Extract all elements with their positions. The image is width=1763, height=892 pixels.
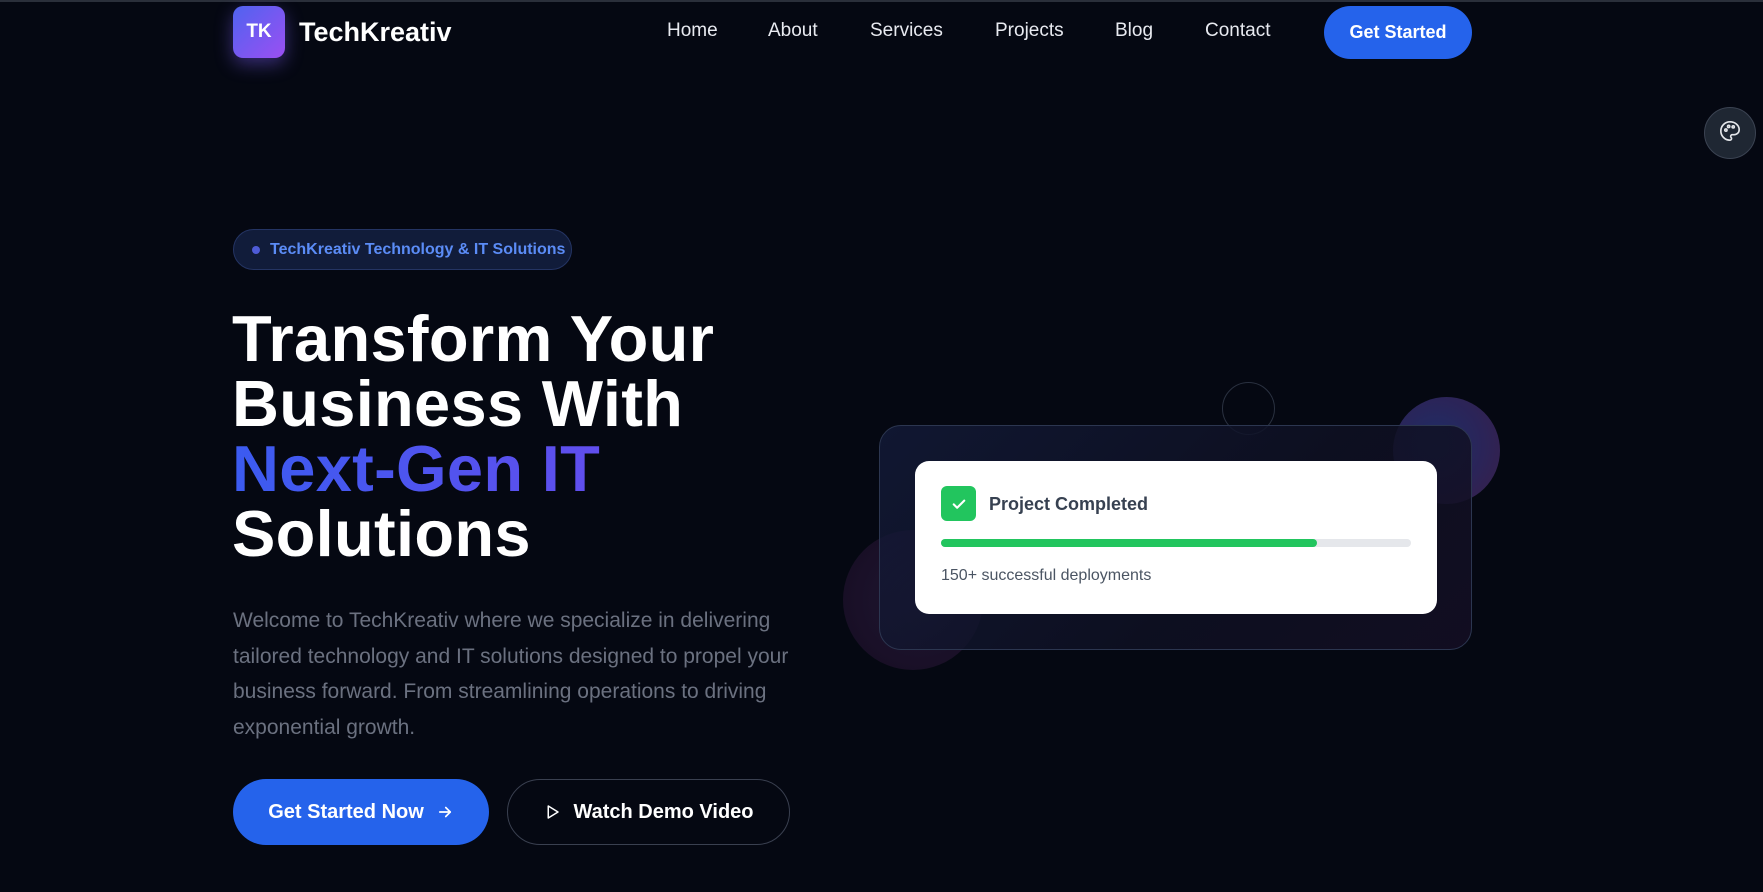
arrow-right-icon [436, 803, 454, 821]
watch-demo-button[interactable]: Watch Demo Video [507, 779, 790, 845]
get-started-now-label: Get Started Now [268, 800, 424, 823]
get-started-now-button[interactable]: Get Started Now [233, 779, 489, 845]
hero-title-highlight: Next-Gen IT [232, 436, 852, 501]
nav-services[interactable]: Services [870, 20, 943, 42]
logo-mark: TK [233, 6, 285, 58]
nav-home[interactable]: Home [667, 20, 718, 42]
progress-bar [941, 539, 1411, 547]
nav-about[interactable]: About [768, 20, 818, 42]
theme-toggle-button[interactable] [1704, 107, 1756, 159]
check-icon [941, 486, 976, 521]
hero-badge-label: TechKreativ Technology & IT Solutions [270, 240, 566, 258]
page: TK TechKreativ Home About Services Proje… [0, 0, 1763, 892]
get-started-button[interactable]: Get Started [1324, 6, 1472, 59]
palette-icon [1719, 120, 1741, 147]
hero-title-line-2: Business With [232, 367, 684, 440]
progress-fill [941, 539, 1317, 547]
project-status-card: Project Completed 150+ successful deploy… [915, 461, 1437, 614]
hero-title-line-1: Transform Your [232, 302, 715, 375]
nav-contact[interactable]: Contact [1205, 20, 1270, 42]
watch-demo-label: Watch Demo Video [573, 800, 754, 823]
status-title: Project Completed [989, 494, 1149, 514]
nav-blog[interactable]: Blog [1115, 20, 1153, 42]
logo[interactable]: TK TechKreativ [233, 6, 452, 58]
status-subtitle: 150+ successful deployments [941, 567, 1152, 584]
hero-title-line-4: Solutions [232, 497, 531, 570]
hero-description: Welcome to TechKreativ where we speciali… [233, 609, 789, 739]
dot-icon [252, 245, 260, 254]
brand-name: TechKreativ [299, 16, 452, 47]
hero-title: Transform Your Business With Next-Gen IT… [232, 306, 852, 566]
play-icon [543, 803, 561, 821]
top-border [0, 0, 1763, 2]
hero-badge: TechKreativ Technology & IT Solutions [233, 229, 572, 270]
nav-projects[interactable]: Projects [995, 20, 1064, 42]
